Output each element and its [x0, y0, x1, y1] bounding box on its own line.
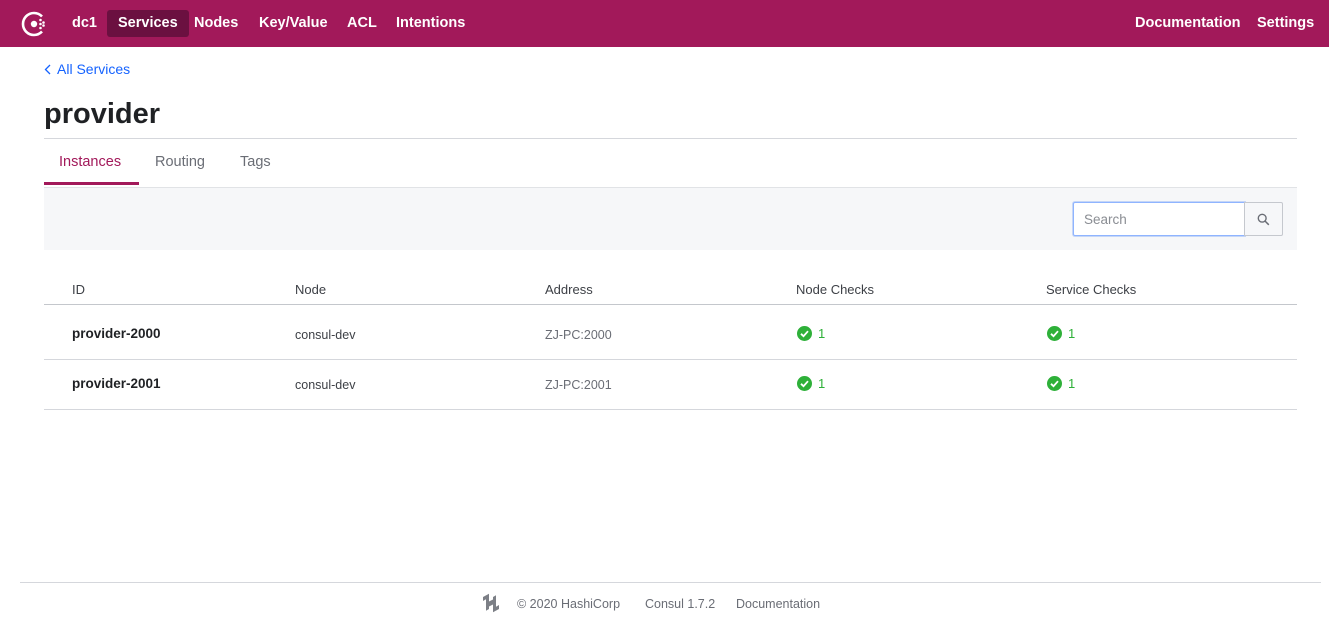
tab-tags[interactable]: Tags	[240, 154, 271, 170]
service-checks-count: 1	[1068, 376, 1076, 391]
top-navigation-bar: dc1 Services Nodes Key/Value ACL Intenti…	[0, 0, 1329, 47]
nav-nodes[interactable]: Nodes	[183, 10, 249, 37]
nav-services[interactable]: Services	[107, 10, 189, 37]
service-checks-status: 1	[1047, 326, 1075, 341]
footer-documentation-link[interactable]: Documentation	[736, 597, 820, 611]
tab-instances[interactable]: Instances	[59, 154, 121, 170]
datacenter-selector[interactable]: dc1	[61, 10, 108, 37]
service-checks-status: 1	[1047, 376, 1075, 391]
consul-logo-icon[interactable]	[19, 9, 49, 39]
column-header-id[interactable]: ID	[72, 282, 85, 297]
nav-settings[interactable]: Settings	[1246, 10, 1325, 37]
check-circle-icon	[797, 376, 812, 391]
row-divider	[44, 409, 1297, 410]
breadcrumb-all-services[interactable]: All Services	[57, 61, 130, 77]
nav-key-value[interactable]: Key/Value	[248, 10, 339, 37]
instance-address: ZJ-PC:2000	[545, 328, 612, 342]
table-header-divider	[44, 304, 1297, 305]
nav-acl[interactable]: ACL	[336, 10, 388, 37]
footer-version[interactable]: Consul 1.7.2	[645, 597, 715, 611]
column-header-node[interactable]: Node	[295, 282, 326, 297]
check-circle-icon	[797, 326, 812, 341]
instance-node: consul-dev	[295, 378, 356, 392]
row-divider	[44, 359, 1297, 360]
node-checks-status: 1	[797, 326, 825, 341]
nav-documentation[interactable]: Documentation	[1124, 10, 1252, 37]
search-icon	[1257, 213, 1270, 225]
check-circle-icon	[1047, 326, 1062, 341]
node-checks-status: 1	[797, 376, 825, 391]
check-circle-icon	[1047, 376, 1062, 391]
node-checks-count: 1	[818, 326, 826, 341]
search-input[interactable]	[1073, 202, 1245, 236]
nav-intentions[interactable]: Intentions	[385, 10, 476, 37]
instance-id[interactable]: provider-2001	[72, 376, 161, 391]
tab-routing[interactable]: Routing	[155, 154, 205, 170]
page-title: provider	[44, 98, 161, 130]
column-header-node-checks[interactable]: Node Checks	[796, 282, 874, 297]
instance-node: consul-dev	[295, 328, 356, 342]
footer-divider	[20, 582, 1321, 583]
instance-id[interactable]: provider-2000	[72, 326, 161, 341]
search-button[interactable]	[1244, 202, 1283, 236]
hashicorp-logo-icon[interactable]	[480, 592, 502, 619]
breadcrumb[interactable]: All Services	[44, 61, 130, 77]
column-header-service-checks[interactable]: Service Checks	[1046, 282, 1136, 297]
chevron-left-icon	[44, 64, 51, 74]
column-header-address[interactable]: Address	[545, 282, 593, 297]
service-checks-count: 1	[1068, 326, 1076, 341]
node-checks-count: 1	[818, 376, 826, 391]
active-tab-indicator	[44, 182, 139, 185]
instance-address: ZJ-PC:2001	[545, 378, 612, 392]
title-divider	[44, 138, 1297, 139]
footer-copyright: © 2020 HashiCorp	[517, 597, 621, 611]
